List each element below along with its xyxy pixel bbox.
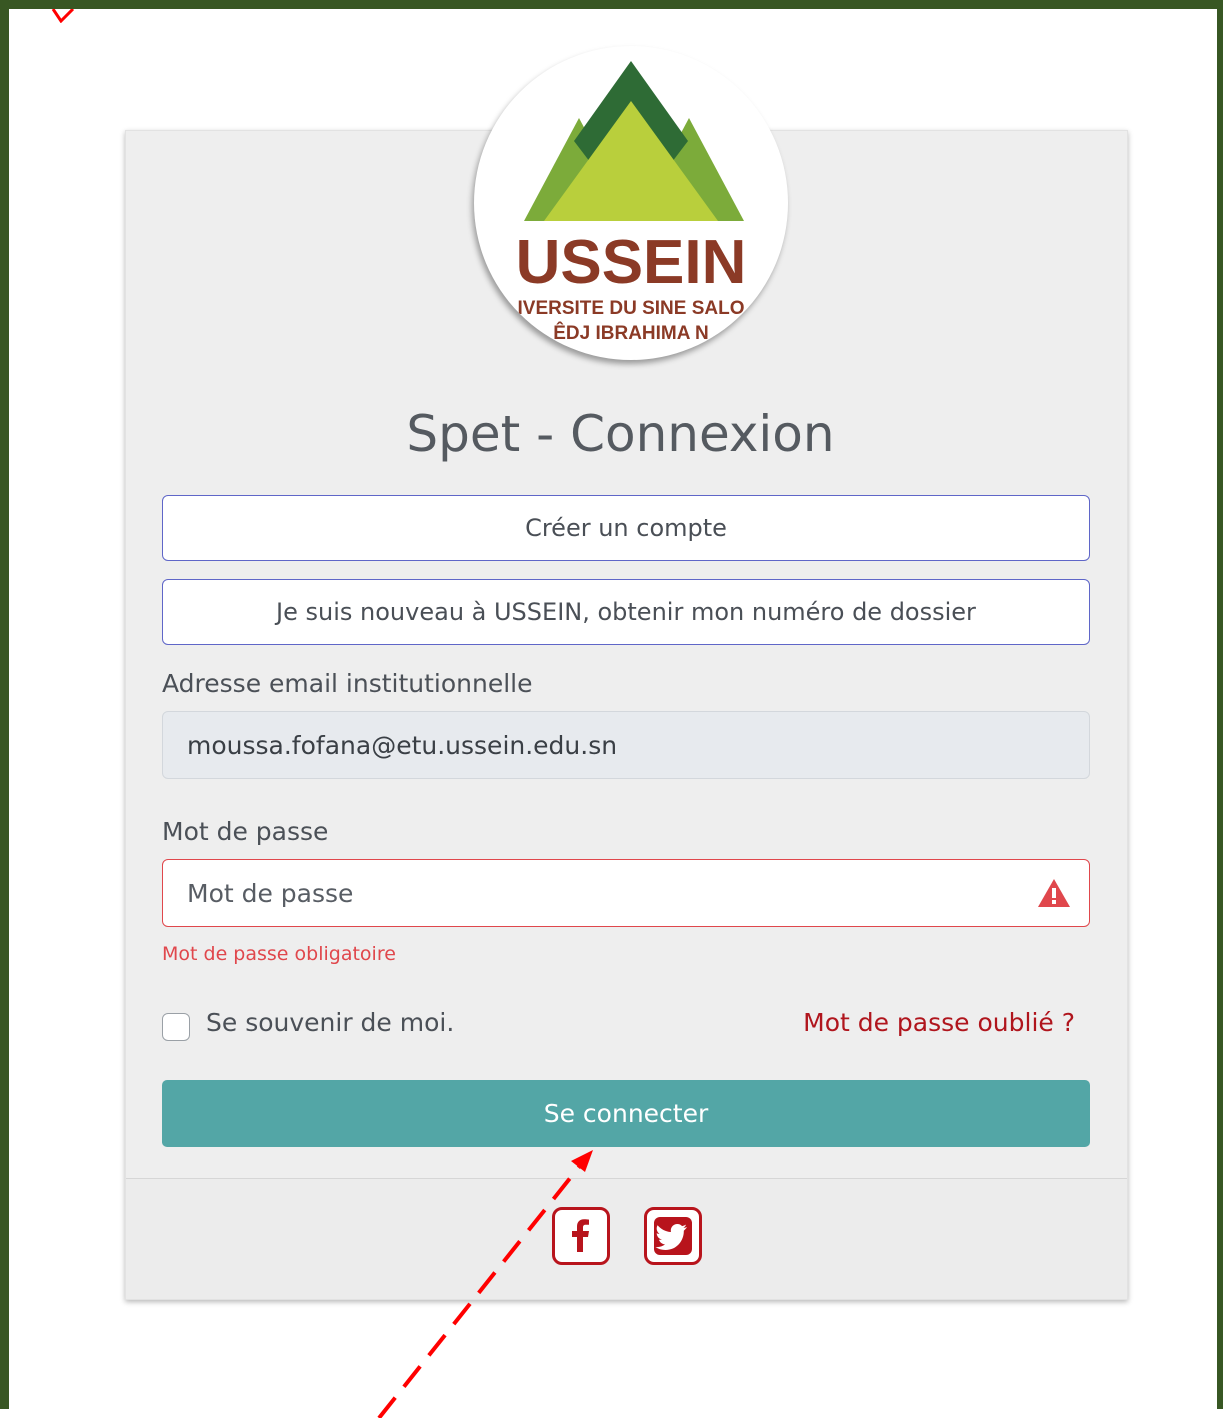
forgot-password-link[interactable]: Mot de passe oublié ?: [803, 1008, 1075, 1037]
login-button[interactable]: Se connecter: [162, 1080, 1090, 1147]
password-label: Mot de passe: [162, 817, 329, 846]
password-placeholder: Mot de passe: [187, 878, 354, 908]
password-field[interactable]: Mot de passe: [162, 859, 1090, 927]
warning-icon: [1038, 879, 1070, 907]
page-title: Spet - Connexion: [406, 405, 835, 463]
corner-annotation-mark: [51, 9, 75, 23]
logo-acronym: USSEIN: [516, 228, 747, 297]
logo-line-2: ÊDJ IBRAHIMA N: [553, 322, 709, 344]
logo-line-1: IVERSITE DU SINE SALO: [518, 298, 745, 319]
facebook-icon: [572, 1219, 589, 1252]
remember-me-checkbox[interactable]: [162, 1013, 190, 1041]
remember-me-label[interactable]: Se souvenir de moi.: [206, 1008, 454, 1037]
create-account-button[interactable]: Créer un compte: [162, 495, 1090, 561]
email-label: Adresse email institutionnelle: [162, 669, 533, 698]
new-student-button[interactable]: Je suis nouveau à USSEIN, obtenir mon nu…: [162, 579, 1090, 645]
password-error: Mot de passe obligatoire: [162, 943, 396, 965]
card-footer: [126, 1178, 1127, 1299]
email-field[interactable]: moussa.fofana@etu.ussein.edu.sn: [162, 711, 1090, 779]
window-frame: USSEIN IVERSITE DU SINE SALO ÊDJ IBRAHIM…: [0, 0, 1223, 1418]
twitter-icon: [654, 1217, 692, 1255]
ussein-logo: USSEIN IVERSITE DU SINE SALO ÊDJ IBRAHIM…: [474, 46, 788, 360]
facebook-button[interactable]: [552, 1207, 610, 1265]
twitter-button[interactable]: [644, 1207, 702, 1265]
